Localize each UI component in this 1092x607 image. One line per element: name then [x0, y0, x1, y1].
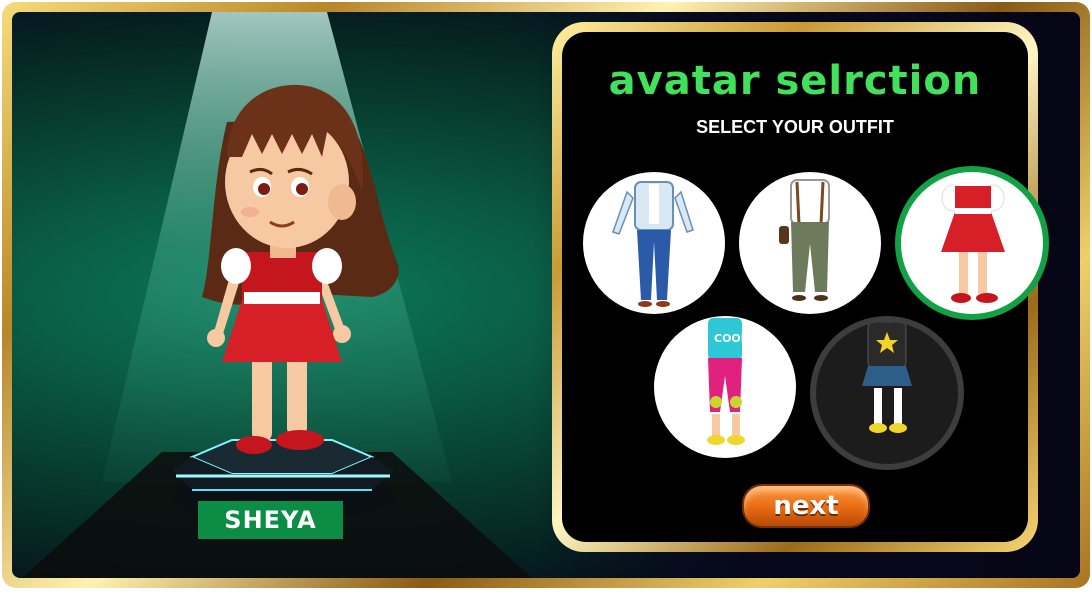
- outfit-option-red-dress[interactable]: [895, 166, 1049, 320]
- avatar-character: [172, 84, 399, 519]
- outfit-suspenders-cargo-icon: [779, 179, 830, 301]
- next-button[interactable]: next: [742, 484, 870, 528]
- outfit-option-casual-jacket-jeans[interactable]: [583, 172, 725, 314]
- panel-subtitle: SELECT YOUR OUTFIT: [696, 117, 894, 137]
- panel-inner: avatar selrction SELECT YOUR OUTFIT COOL…: [562, 32, 1049, 542]
- panel-title: avatar selrction: [608, 58, 982, 104]
- outfit-option-cool-skater[interactable]: COOL: [654, 316, 796, 458]
- outfit-cool-skater-icon: COOL: [707, 318, 748, 445]
- outfit-option-suspenders-cargo[interactable]: [739, 172, 881, 314]
- outfit-red-dress-icon: [941, 184, 1005, 303]
- outfit-selection-panel: avatar selrction SELECT YOUR OUTFIT COOL…: [552, 22, 1049, 552]
- character-name-plate: SHEYA: [198, 501, 343, 539]
- outfit-star-hoodie-skirt-icon: [862, 322, 912, 433]
- outfit-option-star-hoodie-skirt[interactable]: [810, 316, 964, 470]
- svg-text:COOL: COOL: [714, 332, 748, 345]
- outfit-casual-jacket-jeans-icon: [612, 181, 694, 307]
